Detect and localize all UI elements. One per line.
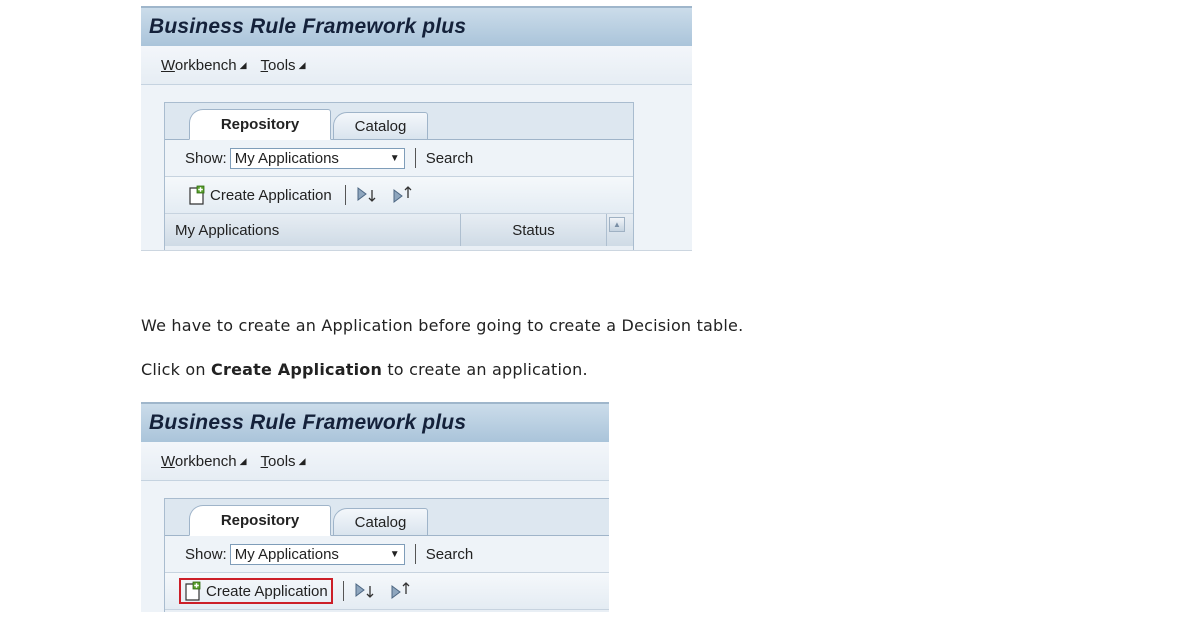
menu-workbench-mnemonic: W (161, 452, 175, 470)
instruction-line-2-post: to create an application. (382, 360, 588, 379)
separator (344, 185, 346, 205)
tab-repository[interactable]: Repository (189, 109, 331, 140)
column-status[interactable]: Status (461, 214, 607, 246)
show-select[interactable]: My Applications ▼ (229, 543, 405, 565)
toolbar: Create Application (165, 177, 633, 214)
repository-panel: Repository Catalog Show: My Applications… (164, 102, 634, 250)
menu-tools-label: ools (268, 452, 296, 470)
create-application-button[interactable]: Create Application (185, 182, 335, 208)
tab-strip: Repository Catalog (165, 499, 609, 536)
instruction-line-2-pre: Click on (141, 360, 212, 379)
show-select-value: My Applications (234, 149, 339, 167)
menu-tools[interactable]: Tools ◢ (261, 453, 306, 470)
show-select[interactable]: My Applications ▼ (229, 147, 405, 169)
show-row: Show: My Applications ▼ Search (165, 536, 609, 573)
app-title: Business Rule Framework plus (149, 15, 467, 38)
toolbar: Create Application (165, 573, 609, 610)
tab-repository[interactable]: Repository (189, 505, 331, 536)
create-application-label: Create Application (210, 186, 332, 204)
menu-workbench-mnemonic: W (161, 56, 175, 74)
instruction-line-2-bold: Create Application (211, 360, 383, 379)
new-document-plus-icon (189, 185, 205, 205)
show-label: Show: (185, 545, 227, 563)
separator (414, 544, 416, 564)
create-application-label: Create Application (206, 582, 328, 600)
menu-tools-mnemonic: T (260, 452, 269, 470)
brfplus-screenshot-1: Business Rule Framework plus Workbench ◢ … (141, 6, 692, 251)
menu-tools[interactable]: Tools ◢ (261, 57, 306, 74)
tab-catalog[interactable]: Catalog (333, 112, 428, 140)
dropdown-arrow-icon: ▼ (389, 548, 400, 560)
expand-down-icon[interactable] (356, 186, 378, 204)
repository-panel: Repository Catalog Show: My Applications… (164, 498, 609, 612)
brfplus-screenshot-2: Business Rule Framework plus Workbench ◢ … (141, 402, 609, 612)
title-bar: Business Rule Framework plus (141, 6, 692, 46)
menu-triangle-icon: ◢ (239, 456, 247, 467)
instruction-line-1: We have to create an Application before … (141, 316, 744, 335)
show-label: Show: (185, 149, 227, 167)
create-application-button-highlighted[interactable]: Create Application (179, 578, 333, 604)
menu-workbench[interactable]: Workbench ◢ (161, 453, 247, 470)
new-document-plus-icon (185, 581, 201, 601)
column-my-applications[interactable]: My Applications (165, 214, 461, 246)
show-row: Show: My Applications ▼ Search (165, 140, 633, 177)
menu-bar: Workbench ◢ Tools ◢ (141, 442, 609, 481)
separator (342, 581, 344, 601)
expand-down-icon[interactable] (354, 582, 376, 600)
separator (414, 148, 416, 168)
dropdown-arrow-icon: ▼ (389, 152, 400, 164)
tab-catalog[interactable]: Catalog (333, 508, 428, 536)
collapse-up-icon[interactable] (392, 186, 414, 204)
instruction-line-2: Click on Create Application to create an… (141, 360, 588, 379)
search-link[interactable]: Search (426, 150, 474, 167)
menu-workbench[interactable]: Workbench ◢ (161, 57, 247, 74)
app-title: Business Rule Framework plus (149, 411, 467, 434)
show-select-value: My Applications (234, 545, 339, 563)
search-link[interactable]: Search (426, 546, 474, 563)
menu-workbench-label: orkbench (174, 452, 237, 470)
menu-bar: Workbench ◢ Tools ◢ (141, 46, 692, 85)
menu-tools-label: ools (268, 56, 296, 74)
scroll-up-icon[interactable]: ▲ (609, 217, 625, 232)
menu-workbench-label: orkbench (174, 56, 237, 74)
scrollbar[interactable]: ▲ (607, 214, 627, 246)
tab-strip: Repository Catalog (165, 103, 633, 140)
menu-triangle-icon: ◢ (239, 60, 247, 71)
menu-triangle-icon: ◢ (298, 60, 306, 71)
table-header: My Applications Status ▲ (165, 214, 633, 246)
menu-tools-mnemonic: T (260, 56, 269, 74)
title-bar: Business Rule Framework plus (141, 402, 609, 442)
menu-triangle-icon: ◢ (298, 456, 306, 467)
collapse-up-icon[interactable] (390, 582, 412, 600)
